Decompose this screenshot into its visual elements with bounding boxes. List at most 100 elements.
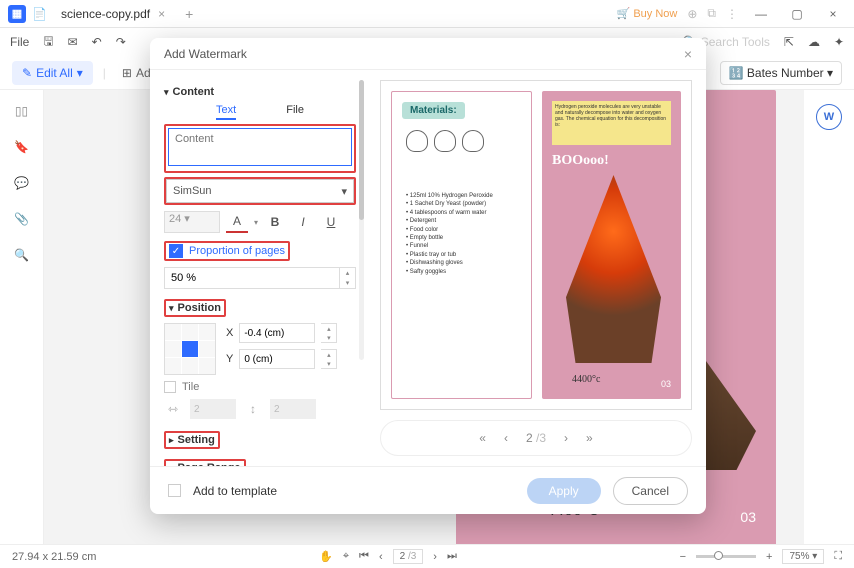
chevron-down-icon: ▾ [77,66,83,80]
hand-tool-icon[interactable]: ✋ [319,550,333,563]
tile-checkbox[interactable] [164,381,176,393]
last-page-icon[interactable]: ⏭ [447,550,457,563]
zoom-in-button[interactable]: + [766,551,772,563]
bold-button[interactable]: B [264,211,286,233]
apply-button[interactable]: Apply [527,478,601,504]
dialog-header: Add Watermark × [150,38,706,70]
prev-page-icon[interactable]: ‹ [379,551,383,563]
watermark-content-input[interactable] [168,128,352,166]
dialog-footer: Add to template Apply Cancel [150,466,706,514]
volcano-art [566,175,661,363]
tab-text[interactable]: Text [216,104,236,120]
font-size-select[interactable]: 24 ▾ [164,211,220,233]
new-tab-button[interactable]: + [185,6,193,22]
maximize-button[interactable]: ▢ [784,4,810,24]
word-export-icon[interactable]: W [816,104,842,130]
highlight-font-select: SimSun ▾ [164,177,356,205]
pen-icon: ✎ [22,66,32,80]
minimize-button[interactable]: — [748,4,774,24]
cancel-button[interactable]: Cancel [613,477,688,505]
globe-icon[interactable]: ⊕ [687,7,697,21]
expand-icon: ▸ [169,463,174,467]
menu-file[interactable]: File [10,35,29,49]
proportion-input[interactable] [164,267,340,289]
help-icon[interactable]: ✦ [834,35,844,49]
menu-icon-mail[interactable]: ✉ [68,35,78,49]
proportion-spinner[interactable]: ▴▾ [340,267,356,289]
select-tool-icon[interactable]: ⌖ [343,550,349,563]
add-template-checkbox[interactable] [168,484,181,497]
v-distribute-input[interactable] [270,399,316,419]
list-item: Detergent [406,217,493,225]
prev-page-button[interactable]: ‹ [504,431,508,445]
cloud-icon[interactable]: ☁ [808,35,820,49]
fit-page-icon[interactable]: ⛶ [834,550,842,563]
h-distribute-input[interactable] [190,399,236,419]
menu-icon-save[interactable]: 🖫 [43,32,53,53]
materials-badge: Materials: [402,102,465,119]
next-page-icon[interactable]: › [433,551,437,563]
dialog-preview-panel: Materials: 125ml 10% Hydrogen Peroxide1 … [366,70,706,466]
bates-icon: 🔢 [729,66,744,80]
bookmark-icon[interactable]: 🔖 [14,140,29,154]
y-offset-input[interactable] [239,349,315,369]
next-page-button[interactable]: › [564,431,568,445]
zoom-out-button[interactable]: − [680,551,686,563]
close-tab-icon[interactable]: × [158,7,165,21]
edit-all-button[interactable]: ✎ Edit All ▾ [12,61,93,85]
thumbnails-icon[interactable]: ▯▯ [15,104,28,118]
kebab-icon[interactable]: ⋮ [726,7,738,21]
menu-icon-redo[interactable]: ↷ [116,35,126,49]
content-section-header[interactable]: ▾ Content [164,86,356,98]
statusbar: 27.94 x 21.59 cm ✋ ⌖ ⏮ ‹ 2 /3 › ⏭ − + 75… [0,544,854,568]
collapse-icon: ▾ [169,303,174,314]
buy-now-link[interactable]: 🛒 Buy Now [617,7,678,20]
list-item: Food color [406,226,493,234]
x-offset-input[interactable] [239,323,315,343]
preview-pager: « ‹ 2 /3 › » [380,420,692,456]
notify-icon[interactable]: ⧉ [707,6,716,21]
list-item: Safty goggles [406,268,493,276]
dialog-close-button[interactable]: × [684,46,692,62]
zoom-slider[interactable] [696,555,756,558]
chevron-down-icon[interactable]: ▾ [254,218,258,227]
add-template-label: Add to template [193,484,277,498]
document-tab[interactable]: science-copy.pdf × [51,3,175,25]
share-icon[interactable]: ⇱ [784,35,794,49]
first-page-button[interactable]: « [479,431,486,445]
list-item: 1 Sachet Dry Yeast (powder) [406,200,493,208]
list-item: Plastic tray or tub [406,251,493,259]
highlight-proportion: ✓ Proportion of pages [164,241,290,261]
add-watermark-dialog: Add Watermark × ▾ Content Text File SimS… [150,38,706,514]
zoom-select[interactable]: 75% ▾ [782,549,824,564]
position-center[interactable] [182,341,198,357]
highlight-content-input [164,124,356,173]
font-color-button[interactable]: A [226,211,248,233]
highlight-position: ▾ Position [164,299,226,317]
font-select[interactable]: SimSun ▾ [166,179,354,203]
close-window-button[interactable]: × [820,4,846,24]
chevron-down-icon: ▾ [827,66,833,80]
tile-label: Tile [182,381,199,393]
panel-scrollbar[interactable] [359,80,364,360]
preview-temperature: 4400°c [572,374,600,385]
comment-icon[interactable]: 💬 [14,176,29,190]
y-spinner[interactable]: ▴▾ [321,349,337,369]
tab-file[interactable]: File [286,104,304,120]
first-page-icon[interactable]: ⏮ [359,550,369,563]
x-spinner[interactable]: ▴▾ [321,323,337,343]
menu-icon-undo[interactable]: ↶ [92,35,102,49]
bates-number-button[interactable]: 🔢 Bates Number ▾ [720,61,842,85]
molecule-diagram [406,130,484,152]
list-item: Funnel [406,242,493,250]
attachment-icon[interactable]: 📎 [14,212,29,226]
list-item: 4 tablespoons of warm water [406,209,493,217]
last-page-button[interactable]: » [586,431,593,445]
page-indicator[interactable]: 2 /3 [393,549,424,564]
search-icon[interactable]: 🔍 [14,248,29,262]
position-grid[interactable] [164,323,216,375]
list-item: 125ml 10% Hydrogen Peroxide [406,192,493,200]
italic-button[interactable]: I [292,211,314,233]
underline-button[interactable]: U [320,211,342,233]
proportion-checkbox[interactable]: ✓ [169,244,183,258]
